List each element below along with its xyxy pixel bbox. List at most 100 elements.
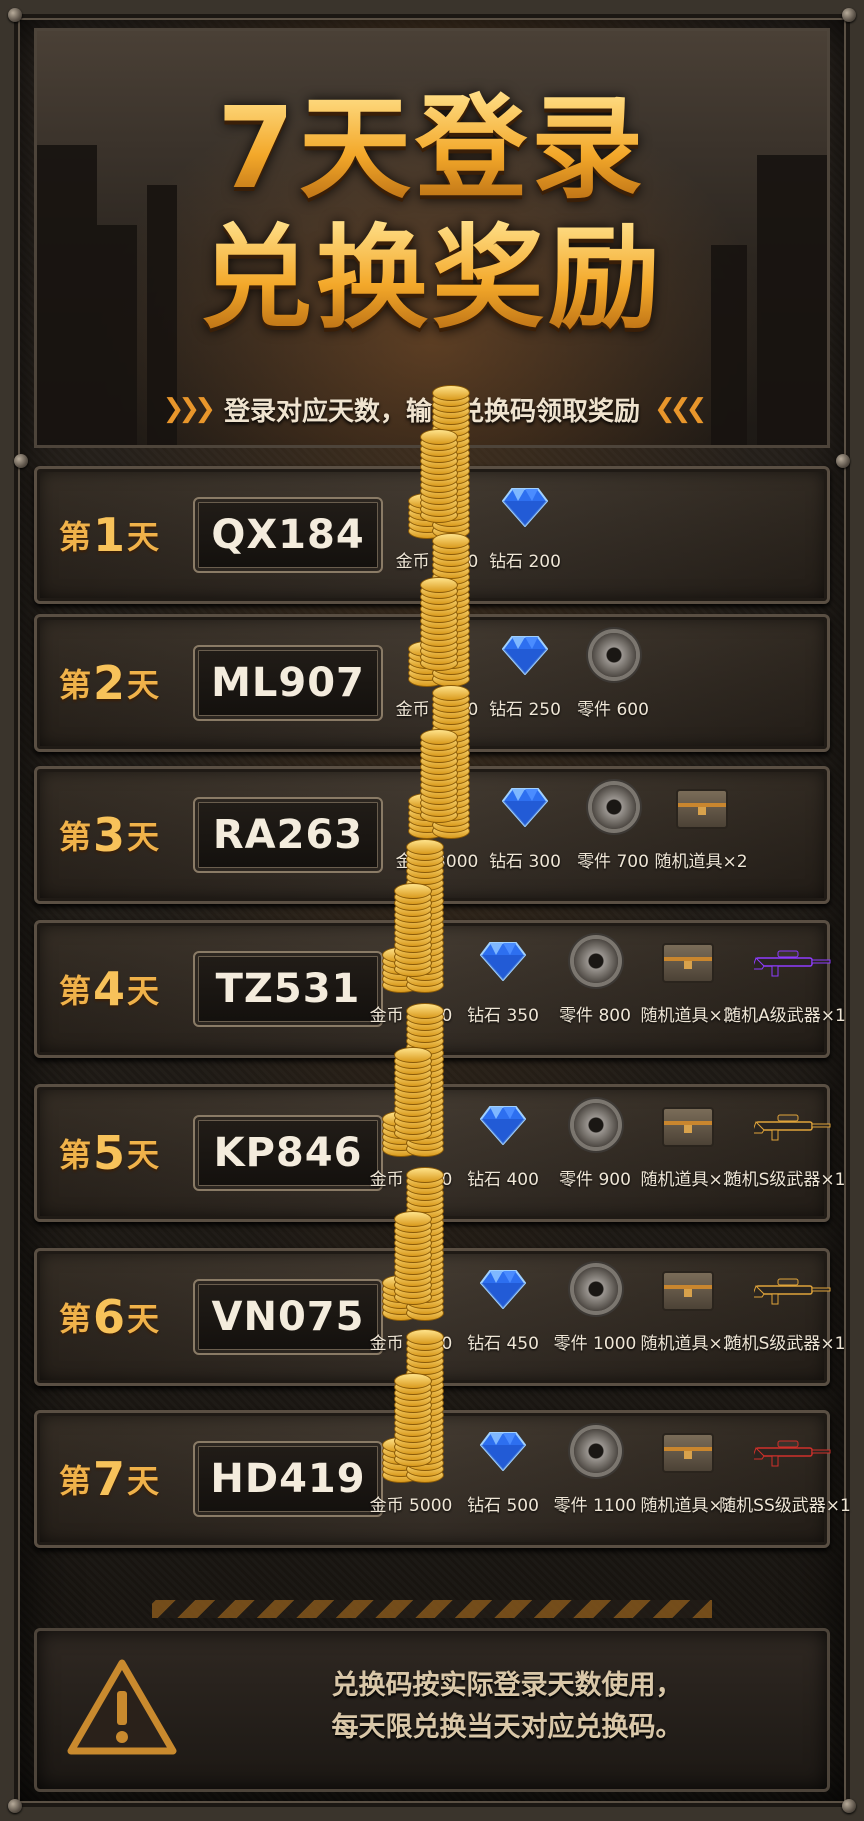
chevrons-left-icon: ❮❮❮: [654, 394, 707, 424]
day-suffix: 天: [127, 518, 160, 556]
reward-item: 钻石 200: [481, 477, 569, 572]
day-prefix: 第: [59, 818, 92, 856]
rifle-red-icon: [754, 1421, 831, 1483]
reward-label: 随机A级武器×1: [724, 1006, 846, 1026]
diamond-icon: [472, 931, 534, 993]
reward-list: 金币 3000钻石 300零件 700随机道具×2: [393, 685, 748, 872]
reward-label: 钻石 300: [489, 852, 561, 872]
reward-label: 随机道具×2: [640, 1170, 734, 1190]
reward-item: 钻石 500: [457, 1421, 549, 1516]
chest-icon: [670, 777, 732, 839]
reward-label: 钻石 450: [467, 1334, 539, 1354]
day-number: 4: [93, 962, 126, 1016]
reward-label: 零件 900: [559, 1170, 631, 1190]
reward-item: 钻石 400: [457, 1095, 549, 1190]
day-label: 第4天: [59, 923, 159, 1055]
hazard-stripe: [152, 1600, 712, 1618]
reward-label: 钻石 200: [489, 552, 561, 572]
day-number: 5: [93, 1126, 126, 1180]
gear-icon: [564, 1421, 626, 1483]
reward-item: 随机A级武器×1: [724, 931, 846, 1026]
reward-label: 钻石 350: [467, 1006, 539, 1026]
reward-item: 钻石 350: [457, 931, 549, 1026]
reward-item: 随机S级武器×1: [725, 1259, 845, 1354]
rivet-icon: [14, 454, 28, 468]
day-prefix: 第: [59, 1300, 92, 1338]
reward-item: 随机S级武器×1: [725, 1095, 845, 1190]
reward-label: 钻石 500: [467, 1496, 539, 1516]
day-number: 7: [93, 1452, 126, 1506]
gear-icon: [582, 777, 644, 839]
day-label: 第2天: [59, 617, 159, 749]
reward-item: 随机道具×2: [640, 931, 734, 1026]
chest-icon: [656, 1095, 718, 1157]
coin-stack-icon: [406, 385, 470, 539]
rifle-purple-icon: [754, 931, 831, 993]
reward-label: 随机SS级武器×1: [719, 1496, 851, 1516]
day-prefix: 第: [59, 972, 92, 1010]
rivet-icon: [8, 1799, 22, 1813]
diamond-icon: [472, 1259, 534, 1321]
redeem-code[interactable]: QX184: [193, 497, 383, 573]
title-line-1: 7天登录: [37, 89, 827, 209]
day-row-7: 第 7 天 HD419 金币 5000 钻石 500 零件 1100 随机道具×2 随机SS级武…: [34, 1329, 851, 1548]
notice-line-1: 兑换码按实际登录天数使用，: [331, 1670, 683, 1701]
reward-label: 零件 1000: [553, 1334, 637, 1354]
reward-item: 金币 5000: [365, 1329, 457, 1516]
reward-item: 随机道具×2: [640, 1095, 734, 1190]
reward-label: 随机道具×2: [640, 1334, 734, 1354]
header-banner: 7天登录 兑换奖励: [34, 28, 830, 448]
reward-label: 零件 600: [577, 700, 649, 720]
day-label: 第5天: [59, 1087, 159, 1219]
reward-label: 零件 700: [577, 852, 649, 872]
reward-item: 钻石 450: [457, 1259, 549, 1354]
reward-item: 随机道具×2: [640, 1259, 734, 1354]
reward-item: 随机SS级武器×1: [719, 1421, 851, 1516]
day-suffix: 天: [127, 1462, 160, 1500]
redeem-code[interactable]: VN075: [193, 1279, 383, 1355]
redeem-code[interactable]: HD419: [193, 1441, 383, 1517]
day-prefix: 第: [59, 1462, 92, 1500]
redeem-code[interactable]: RA263: [193, 797, 383, 873]
coin-stack-icon: [406, 533, 470, 687]
coin-stack-icon: [380, 1167, 444, 1321]
notice-line-2: 每天限兑换当天对应兑换码。: [331, 1712, 683, 1743]
diamond-icon: [494, 625, 556, 687]
day-label: 第3天: [59, 769, 159, 901]
warning-icon: [67, 1659, 177, 1755]
reward-label: 随机道具×2: [640, 1006, 734, 1026]
reward-item: 零件 800: [549, 931, 641, 1026]
gear-icon: [564, 1259, 626, 1321]
reward-label: 随机S级武器×1: [724, 1334, 846, 1354]
rifle-gold-icon: [754, 1095, 831, 1157]
day-suffix: 天: [127, 972, 160, 1010]
rivet-icon: [842, 8, 856, 22]
day-label: 第6天: [59, 1251, 159, 1383]
day-prefix: 第: [59, 666, 92, 704]
redeem-code[interactable]: KP846: [193, 1115, 383, 1191]
reward-item: 钻石 250: [481, 625, 569, 720]
reward-label: 随机道具×2: [654, 852, 748, 872]
day-suffix: 天: [127, 1300, 160, 1338]
chest-icon: [656, 1421, 718, 1483]
rivet-icon: [842, 1799, 856, 1813]
reward-item: 零件 600: [569, 625, 657, 720]
reward-list: 金币 2000钻石 200: [393, 385, 569, 572]
reward-label: 零件 800: [559, 1006, 631, 1026]
notice-text: 兑换码按实际登录天数使用， 每天限兑换当天对应兑换码。: [217, 1665, 797, 1749]
chevrons-right-icon: ❯❯❯: [162, 394, 216, 424]
reward-label: 随机S级武器×1: [724, 1170, 846, 1190]
day-number: 3: [93, 808, 126, 862]
day-suffix: 天: [127, 666, 160, 704]
day-number: 6: [93, 1290, 126, 1344]
redeem-code[interactable]: TZ531: [193, 951, 383, 1027]
reward-item: 零件 700: [569, 777, 657, 872]
rivet-icon: [8, 8, 22, 22]
day-number: 1: [93, 508, 126, 562]
gear-icon: [564, 1095, 626, 1157]
day-prefix: 第: [59, 518, 92, 556]
diamond-icon: [472, 1095, 534, 1157]
diamond-icon: [494, 777, 556, 839]
redeem-code[interactable]: ML907: [193, 645, 383, 721]
reward-label: 金币 5000: [369, 1496, 453, 1516]
